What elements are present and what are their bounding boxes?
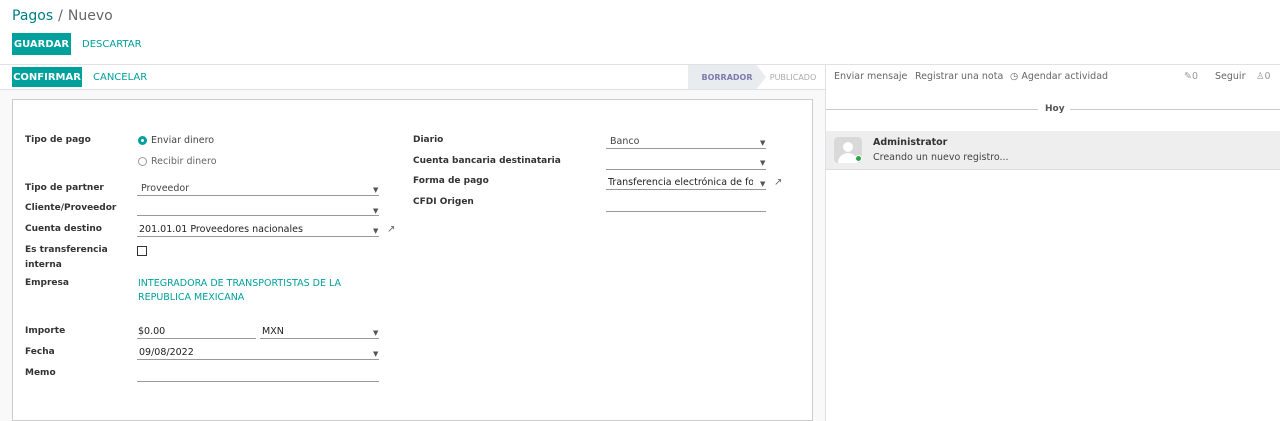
breadcrumb-current: Nuevo bbox=[67, 8, 113, 24]
payment-method-caret-icon[interactable]: ▼ bbox=[760, 180, 765, 188]
internal-transfer-checkbox[interactable] bbox=[137, 246, 147, 256]
internal-transfer-label-line2: interna bbox=[25, 260, 62, 270]
destination-account-label: Cuenta destino bbox=[25, 224, 102, 234]
payment-method-external-link-icon[interactable]: ↗ bbox=[774, 177, 782, 188]
paperclip-icon: ✎ bbox=[1184, 71, 1192, 82]
payment-type-label: Tipo de pago bbox=[25, 135, 91, 145]
company-link-line2[interactable]: REPUBLICA MEXICANA bbox=[138, 292, 244, 303]
memo-label: Memo bbox=[25, 368, 56, 378]
breadcrumb: Pagos / Nuevo bbox=[12, 8, 113, 24]
bank-account-label: Cuenta bancaria destinataria bbox=[413, 156, 561, 166]
destination-account-caret-icon[interactable]: ▼ bbox=[373, 227, 378, 235]
currency-value: MXN bbox=[262, 326, 284, 337]
company-link[interactable]: INTEGRADORA DE TRANSPORTISTAS DE LA bbox=[138, 278, 341, 289]
bank-account-input[interactable] bbox=[606, 156, 766, 170]
partner-type-value: Proveedor bbox=[141, 183, 190, 194]
cfdi-origin-input[interactable] bbox=[606, 198, 766, 212]
radio-receive-money[interactable] bbox=[138, 157, 147, 166]
destination-account-value: 201.01.01 Proveedores nacionales bbox=[139, 224, 303, 235]
amount-label: Importe bbox=[25, 326, 66, 336]
partner-type-label: Tipo de partner bbox=[25, 183, 104, 193]
payment-method-value: Transferencia electrónica de fondo bbox=[608, 177, 753, 188]
stage-posted[interactable]: PUBLICADO bbox=[763, 65, 823, 89]
date-value: 09/08/2022 bbox=[139, 347, 194, 358]
partner-type-caret-icon[interactable]: ▼ bbox=[373, 186, 378, 194]
journal-caret-icon[interactable]: ▼ bbox=[760, 139, 765, 147]
cfdi-origin-label: CFDI Origen bbox=[413, 197, 474, 207]
date-label: Fecha bbox=[25, 347, 55, 357]
company-label: Empresa bbox=[25, 278, 69, 288]
date-caret-icon[interactable]: ▼ bbox=[373, 350, 378, 358]
date-separator: Hoy bbox=[1045, 104, 1065, 114]
memo-input[interactable] bbox=[137, 368, 379, 382]
schedule-activity-label: Agendar actividad bbox=[1021, 71, 1109, 82]
internal-transfer-label: Es transferencia bbox=[25, 245, 108, 255]
payment-method-label: Forma de pago bbox=[413, 176, 489, 186]
log-note-button[interactable]: Registrar una nota bbox=[915, 71, 1003, 82]
external-link-icon[interactable]: ↗ bbox=[387, 224, 395, 235]
confirm-button[interactable]: CONFIRMAR bbox=[12, 67, 82, 87]
partner-label: Cliente/Proveedor bbox=[25, 203, 117, 213]
radio-receive-money-label[interactable]: Recibir dinero bbox=[151, 156, 217, 167]
date-separator-line-left bbox=[826, 109, 1038, 110]
message-author[interactable]: Administrator bbox=[873, 137, 947, 148]
discard-button[interactable]: DESCARTAR bbox=[82, 33, 142, 55]
attachments-count: 0 bbox=[1191, 71, 1199, 82]
schedule-activity-button[interactable]: ◷ Agendar actividad bbox=[1010, 71, 1108, 82]
send-message-button[interactable]: Enviar mensaje bbox=[834, 71, 907, 82]
user-icon: ♙ bbox=[1256, 71, 1265, 82]
chatter-divider bbox=[825, 65, 826, 421]
stage-draft[interactable]: BORRADOR bbox=[688, 65, 766, 89]
radio-send-money-label[interactable]: Enviar dinero bbox=[151, 135, 214, 146]
bank-account-caret-icon[interactable]: ▼ bbox=[760, 159, 765, 167]
breadcrumb-parent[interactable]: Pagos bbox=[12, 8, 53, 24]
follow-button[interactable]: Seguir bbox=[1215, 71, 1245, 82]
attachments-button[interactable]: ✎0 bbox=[1184, 71, 1198, 82]
currency-caret-icon[interactable]: ▼ bbox=[373, 329, 378, 337]
cancel-button[interactable]: CANCELAR bbox=[93, 67, 147, 87]
message-body: Creando un nuevo registro... bbox=[873, 152, 1009, 163]
save-button[interactable]: GUARDAR bbox=[12, 33, 71, 55]
followers-count: 0 bbox=[1264, 71, 1271, 82]
journal-label: Diario bbox=[413, 135, 444, 145]
journal-value: Banco bbox=[610, 136, 640, 147]
breadcrumb-separator: / bbox=[58, 8, 63, 24]
partner-caret-icon[interactable]: ▼ bbox=[373, 207, 378, 215]
online-status-icon bbox=[855, 155, 862, 162]
partner-input[interactable] bbox=[137, 202, 379, 216]
radio-send-money[interactable] bbox=[138, 136, 147, 145]
followers-button[interactable]: ♙0 bbox=[1256, 71, 1271, 82]
amount-value: $0.00 bbox=[138, 326, 166, 337]
date-separator-line-right bbox=[1070, 109, 1280, 110]
clock-icon: ◷ bbox=[1010, 71, 1019, 82]
